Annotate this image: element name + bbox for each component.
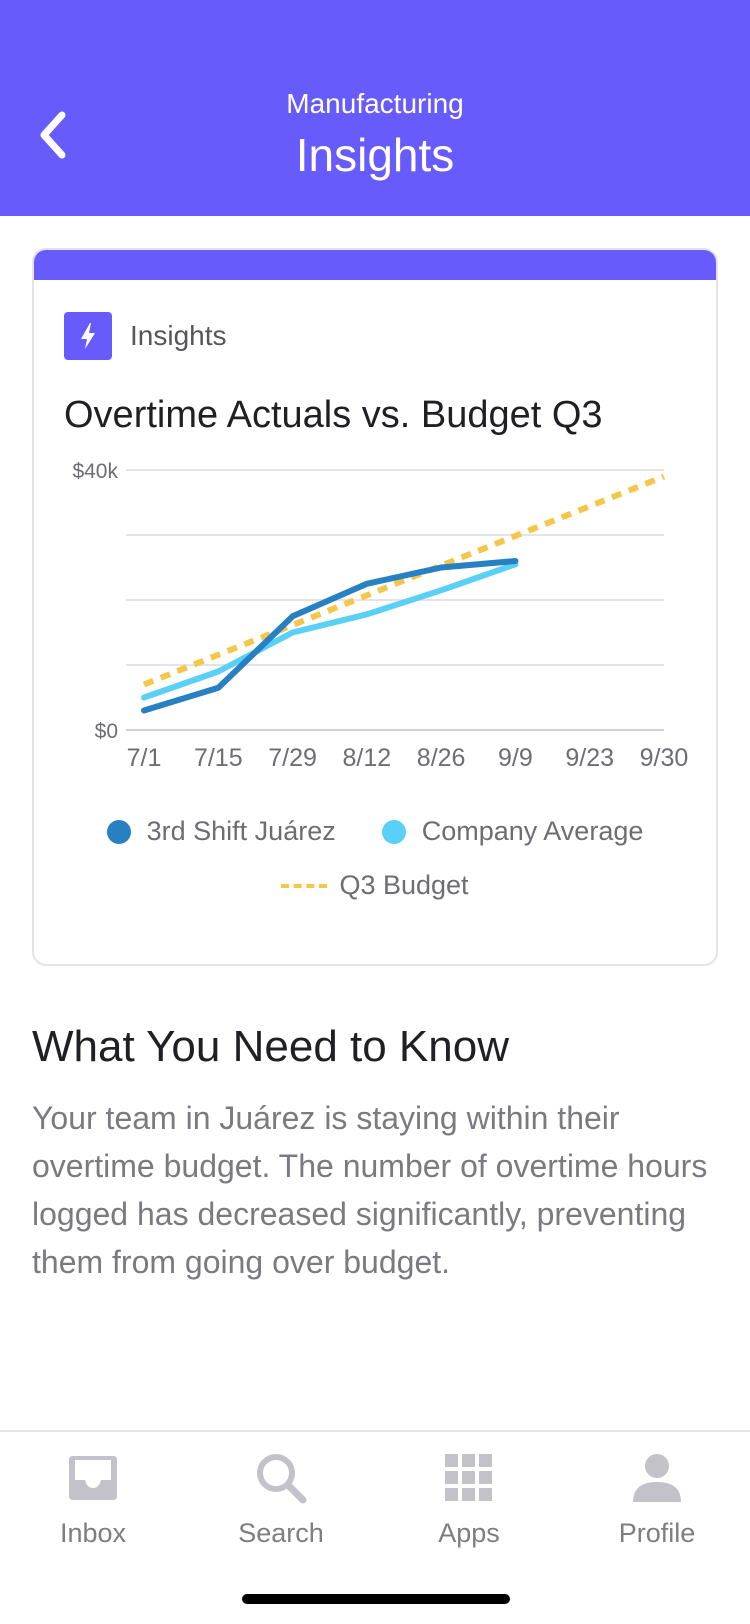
tab-profile-label: Profile [618, 1518, 696, 1548]
legend-label-company-average: Company Average [421, 816, 644, 846]
tab-apps[interactable]: Apps [394, 1452, 544, 1549]
tab-search[interactable]: Search [206, 1452, 356, 1549]
x-axis-tick-label: 9/30 [640, 744, 689, 772]
page-title: Insights [295, 129, 455, 181]
tab-search-label: Search [238, 1518, 324, 1548]
legend-item-budget: Q3 Budget [281, 870, 469, 901]
insight-card: Insights Overtime Actuals vs. Budget Q3 … [32, 248, 718, 966]
section-heading: What You Need to Know [32, 1022, 509, 1071]
x-axis-tick-label: 8/12 [343, 744, 392, 772]
x-axis-tick-label: 7/1 [127, 744, 162, 772]
legend-swatch-budget [281, 883, 328, 888]
search-icon [257, 1454, 307, 1504]
x-axis-tick-label: 7/15 [194, 744, 243, 772]
legend-item-company-average: Company Average [381, 816, 644, 847]
overtime-line-chart: $0 $40k 7/1 7/15 7/29 8/12 8/26 9/9 9/23 9/30 [72, 460, 689, 772]
series-line-q3-budget [142, 473, 666, 688]
profile-icon [633, 1454, 681, 1502]
tab-profile[interactable]: Profile [582, 1452, 732, 1549]
x-axis-tick-label: 8/26 [417, 744, 466, 772]
section-body-text: Your team in Juárez is staying within th… [32, 1100, 708, 1280]
legend-swatch-company-average [381, 819, 406, 844]
tab-inbox[interactable]: Inbox [18, 1452, 168, 1549]
y-axis-tick-label: $40k [72, 460, 118, 483]
home-indicator [242, 1594, 510, 1604]
app-header: Manufacturing Insights [0, 0, 750, 216]
header-subtitle: Manufacturing [286, 88, 464, 119]
x-axis-tick-label: 7/29 [268, 744, 317, 772]
legend-item-actuals: 3rd Shift Juárez [106, 816, 336, 847]
chart-legend-row-2: Q3 Budget [34, 870, 716, 901]
tab-inbox-label: Inbox [59, 1518, 127, 1548]
legend-swatch-actuals [106, 819, 131, 844]
legend-label-actuals: 3rd Shift Juárez [146, 816, 336, 846]
x-axis-tick-label: 9/23 [565, 744, 614, 772]
chart-legend-row-1: 3rd Shift Juárez Company Average [34, 816, 716, 847]
y-axis-tick-label: $0 [95, 720, 118, 743]
apps-grid-icon [445, 1454, 492, 1501]
series-line-company-average [141, 561, 519, 701]
x-axis-tick-label: 9/9 [498, 744, 533, 772]
inbox-icon [69, 1456, 117, 1500]
tab-apps-label: Apps [438, 1518, 500, 1548]
legend-label-budget: Q3 Budget [339, 870, 469, 900]
